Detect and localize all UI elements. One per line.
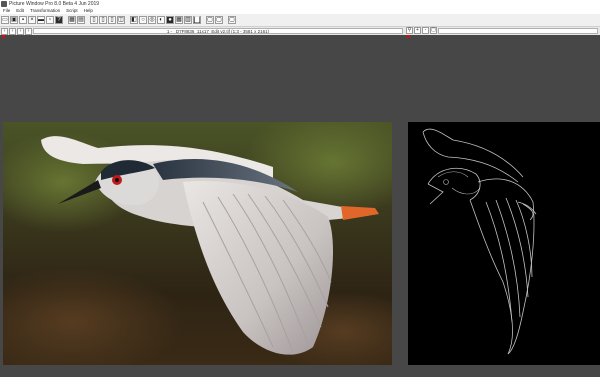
edge-preview — [408, 122, 600, 365]
settings-icon[interactable]: ▦ — [68, 16, 76, 24]
zoom-search-icon[interactable]: ⚲ — [406, 27, 413, 34]
status-marker-icon — [407, 35, 410, 38]
zoom-in-button[interactable]: + — [414, 27, 421, 34]
circle-icon[interactable]: ○ — [139, 16, 147, 24]
fit-icon[interactable]: ▢ — [430, 27, 437, 34]
histogram-icon[interactable]: ▇ — [193, 16, 201, 24]
fill-icon[interactable]: ● — [166, 16, 174, 24]
save-as-icon[interactable]: ▫ — [46, 16, 54, 24]
compare-icon[interactable]: ◫ — [117, 16, 125, 24]
mask-icon[interactable]: ◧ — [130, 16, 138, 24]
paste-icon[interactable]: ▯ — [108, 16, 116, 24]
window-title: Picture Window Pro 8.0 Beta 4 Jun 2019 — [9, 1, 100, 7]
heron-photo — [3, 122, 392, 365]
help-button[interactable]: ? — [55, 16, 63, 24]
toolbar: ▭ ▣ ▪ × ▬ ▫ ? ▦ ▤ ▯ ▯ ▯ ◫ ◧ ○ ◎ ◐ ● ▦ ▥ … — [0, 14, 600, 27]
layers-icon[interactable]: ▥ — [184, 16, 192, 24]
status-marker-icon — [2, 35, 5, 38]
title-bar: Picture Window Pro 8.0 Beta 4 Jun 2019 — [0, 0, 600, 8]
first-image-icon[interactable]: ‹ — [1, 27, 8, 35]
previous-image-icon[interactable]: ‹ — [9, 27, 16, 35]
info-field[interactable] — [438, 28, 598, 34]
next-image-icon[interactable]: › — [17, 27, 24, 35]
source-image[interactable] — [3, 122, 392, 365]
edge-detected-image[interactable] — [408, 122, 600, 365]
window-c-icon[interactable]: ▢ — [228, 16, 236, 24]
zoom-controls: ⚲ + - ▢ — [405, 27, 437, 34]
window-a-icon[interactable]: ▢ — [206, 16, 214, 24]
brush-icon[interactable]: ◐ — [157, 16, 165, 24]
image-path-field[interactable]: 1 - _D7F8836_11x17_Edit v2.tif (1:3 - 35… — [33, 28, 403, 34]
browse-icon[interactable]: ▤ — [77, 16, 85, 24]
grid-icon[interactable]: ▦ — [175, 16, 183, 24]
image-icon[interactable]: ▣ — [10, 16, 18, 24]
zoom-out-button[interactable]: - — [422, 27, 429, 34]
last-image-icon[interactable]: › — [25, 27, 32, 35]
open-icon[interactable]: ▭ — [1, 16, 9, 24]
window-b-icon[interactable]: ▢ — [215, 16, 223, 24]
duplicate-icon[interactable]: ▯ — [99, 16, 107, 24]
copy-icon[interactable]: ▯ — [90, 16, 98, 24]
print-icon[interactable]: ▬ — [37, 16, 45, 24]
target-icon[interactable]: ◎ — [148, 16, 156, 24]
close-icon[interactable]: × — [28, 16, 36, 24]
save-icon[interactable]: ▪ — [19, 16, 27, 24]
app-icon — [1, 1, 7, 7]
